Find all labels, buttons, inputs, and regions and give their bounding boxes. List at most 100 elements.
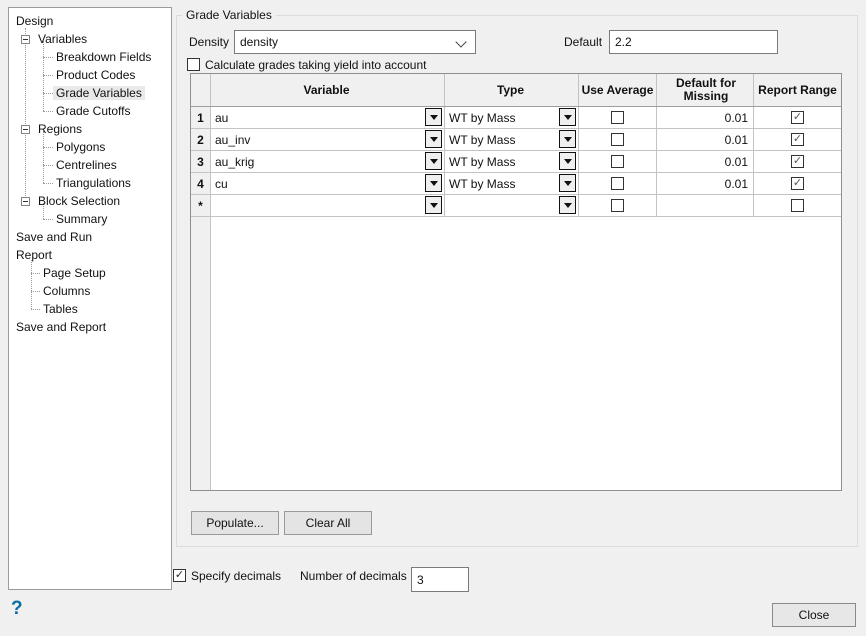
dropdown-button[interactable] bbox=[425, 196, 442, 214]
use-average-checkbox[interactable] bbox=[611, 199, 624, 212]
tree-connector bbox=[25, 28, 27, 200]
type-value: WT by Mass bbox=[449, 177, 515, 191]
tree-item-polygons[interactable]: Polygons bbox=[56, 140, 105, 154]
dropdown-button[interactable] bbox=[559, 130, 576, 148]
tree-item-product-codes[interactable]: Product Codes bbox=[56, 68, 135, 82]
use-average-checkbox[interactable] bbox=[611, 177, 624, 190]
header-rownum bbox=[191, 74, 211, 106]
dropdown-button[interactable] bbox=[425, 174, 442, 192]
tree-item-breakdown-fields[interactable]: Breakdown Fields bbox=[56, 50, 151, 64]
use-average-checkbox[interactable] bbox=[611, 155, 624, 168]
number-of-decimals-label: Number of decimals bbox=[300, 569, 407, 583]
default-for-missing-cell[interactable] bbox=[657, 195, 754, 216]
tree-item-report[interactable]: Report bbox=[16, 248, 52, 262]
tree-item-columns[interactable]: Columns bbox=[43, 284, 90, 298]
use-average-cell bbox=[579, 151, 657, 172]
collapse-icon[interactable] bbox=[21, 197, 30, 206]
dropdown-button[interactable] bbox=[559, 196, 576, 214]
tree-item-regions[interactable]: Regions bbox=[38, 122, 82, 136]
report-range-cell: ✓ bbox=[754, 151, 841, 172]
dropdown-arrow-icon bbox=[564, 115, 572, 120]
type-cell[interactable]: WT by Mass bbox=[445, 173, 579, 194]
tree-item-block-selection[interactable]: Block Selection bbox=[38, 194, 120, 208]
type-cell[interactable]: WT by Mass bbox=[445, 107, 579, 128]
specify-decimals-checkbox[interactable]: ✓ bbox=[173, 569, 186, 582]
tree-item-centrelines[interactable]: Centrelines bbox=[56, 158, 117, 172]
use-average-cell bbox=[579, 129, 657, 150]
row-selector[interactable]: 2 bbox=[191, 129, 211, 150]
use-average-cell bbox=[579, 107, 657, 128]
header-variable: Variable bbox=[211, 74, 445, 106]
report-range-checkbox[interactable] bbox=[791, 199, 804, 212]
dropdown-button[interactable] bbox=[559, 152, 576, 170]
tree-item-tables[interactable]: Tables bbox=[43, 302, 78, 316]
use-average-checkbox[interactable] bbox=[611, 133, 624, 146]
tree-item-triangulations[interactable]: Triangulations bbox=[56, 176, 131, 190]
table-empty-area bbox=[191, 217, 841, 490]
tree-item-page-setup[interactable]: Page Setup bbox=[43, 266, 106, 280]
tree-connector bbox=[43, 131, 45, 183]
dropdown-button[interactable] bbox=[425, 108, 442, 126]
density-label: Density bbox=[189, 35, 229, 49]
dropdown-button[interactable] bbox=[425, 130, 442, 148]
report-range-checkbox[interactable]: ✓ bbox=[791, 133, 804, 146]
populate-button[interactable]: Populate... bbox=[191, 511, 279, 535]
default-density-input[interactable] bbox=[609, 30, 778, 54]
dropdown-button[interactable] bbox=[559, 108, 576, 126]
density-combobox[interactable]: density bbox=[234, 30, 476, 54]
density-value: density bbox=[235, 35, 278, 49]
variable-cell[interactable]: cu bbox=[211, 173, 445, 194]
default-for-missing-cell[interactable]: 0.01 bbox=[657, 129, 754, 150]
tree-item-design[interactable]: Design bbox=[16, 14, 53, 28]
type-cell[interactable]: WT by Mass bbox=[445, 129, 579, 150]
dropdown-arrow-icon bbox=[430, 181, 438, 186]
tree-item-variables[interactable]: Variables bbox=[38, 32, 87, 46]
row-selector[interactable]: 3 bbox=[191, 151, 211, 172]
tree-connector bbox=[31, 273, 40, 275]
report-range-checkbox[interactable]: ✓ bbox=[791, 155, 804, 168]
dropdown-button[interactable] bbox=[559, 174, 576, 192]
tree-item-summary[interactable]: Summary bbox=[56, 212, 107, 226]
report-range-checkbox[interactable]: ✓ bbox=[791, 111, 804, 124]
tree-item-grade-cutoffs[interactable]: Grade Cutoffs bbox=[56, 104, 130, 118]
row-selector[interactable]: * bbox=[191, 195, 211, 216]
close-button[interactable]: Close bbox=[772, 603, 856, 627]
dropdown-button[interactable] bbox=[425, 152, 442, 170]
table-row: 2 au_inv WT by Mass 0.01 ✓ bbox=[191, 129, 841, 151]
report-range-checkbox[interactable]: ✓ bbox=[791, 177, 804, 190]
table-row: 3 au_krig WT by Mass 0.01 ✓ bbox=[191, 151, 841, 173]
tree-connector bbox=[43, 219, 53, 221]
report-range-cell: ✓ bbox=[754, 107, 841, 128]
row-selector[interactable]: 4 bbox=[191, 173, 211, 194]
dropdown-arrow-icon bbox=[430, 115, 438, 120]
number-of-decimals-input[interactable] bbox=[411, 567, 469, 592]
default-for-missing-cell[interactable]: 0.01 bbox=[657, 107, 754, 128]
use-average-checkbox[interactable] bbox=[611, 111, 624, 124]
default-label: Default bbox=[564, 35, 602, 49]
default-for-missing-cell[interactable]: 0.01 bbox=[657, 151, 754, 172]
variable-cell[interactable] bbox=[211, 195, 445, 216]
collapse-icon[interactable] bbox=[21, 35, 30, 44]
variable-cell[interactable]: au_krig bbox=[211, 151, 445, 172]
type-value: WT by Mass bbox=[449, 133, 515, 147]
default-for-missing-cell[interactable]: 0.01 bbox=[657, 173, 754, 194]
clear-all-button[interactable]: Clear All bbox=[284, 511, 372, 535]
row-header-strip bbox=[191, 217, 211, 490]
row-selector[interactable]: 1 bbox=[191, 107, 211, 128]
type-cell[interactable]: WT by Mass bbox=[445, 151, 579, 172]
table-row: 4 cu WT by Mass 0.01 ✓ bbox=[191, 173, 841, 195]
yield-checkbox[interactable] bbox=[187, 58, 200, 71]
use-average-cell bbox=[579, 173, 657, 194]
grade-variables-dialog: Design Variables Breakdown Fields Produc… bbox=[0, 0, 866, 636]
variable-cell[interactable]: au bbox=[211, 107, 445, 128]
variable-cell[interactable]: au_inv bbox=[211, 129, 445, 150]
tree-connector bbox=[43, 57, 53, 59]
type-cell[interactable] bbox=[445, 195, 579, 216]
help-icon[interactable]: ? bbox=[11, 598, 23, 620]
collapse-icon[interactable] bbox=[21, 125, 30, 134]
table-header-row: Variable Type Use Average Default for Mi… bbox=[191, 74, 841, 107]
tree-item-grade-variables[interactable]: Grade Variables bbox=[53, 86, 145, 100]
tree-item-save-and-report[interactable]: Save and Report bbox=[16, 320, 106, 334]
type-value: WT by Mass bbox=[449, 111, 515, 125]
tree-item-save-and-run[interactable]: Save and Run bbox=[16, 230, 92, 244]
